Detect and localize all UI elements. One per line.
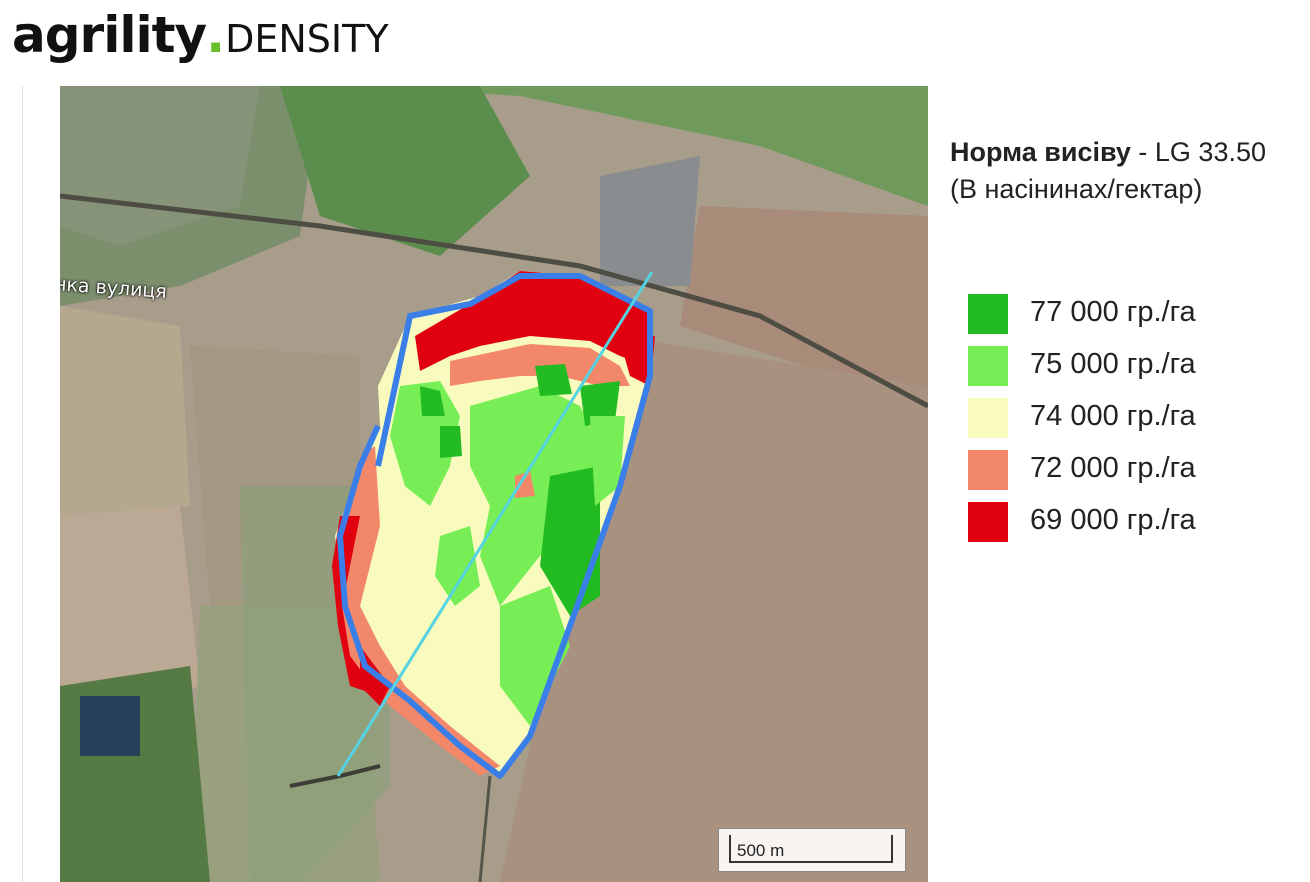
logo-subtitle: DENSITY (225, 17, 389, 61)
legend-swatch (968, 346, 1008, 386)
legend-swatch (968, 450, 1008, 490)
legend-label: 77 000 гр./га (1030, 296, 1196, 328)
logo-dot: . (206, 6, 226, 64)
satellite-map[interactable]: нка вулиця (60, 86, 928, 882)
legend-swatch (968, 398, 1008, 438)
legend-units: (В насінинах/гектар) (950, 174, 1203, 204)
legend-label: 72 000 гр./га (1030, 452, 1196, 484)
agrility-density-logo: agrility. DENSITY (12, 6, 389, 76)
legend-swatch (968, 502, 1008, 542)
left-divider (22, 86, 23, 882)
legend-title-bold: Норма висіву (950, 137, 1131, 167)
legend-label: 75 000 гр./га (1030, 348, 1196, 380)
legend-label: 69 000 гр./га (1030, 504, 1196, 536)
scale-label: 500 m (737, 841, 785, 860)
logo-wordmark: agrility (12, 6, 207, 64)
map-scale-bar: 500 m (718, 828, 906, 872)
legend-title-rest: - LG 33.50 (1130, 137, 1267, 167)
legend-swatch (968, 294, 1008, 334)
legend-title: Норма висіву - LG 33.50 (В насінинах/гек… (950, 134, 1300, 208)
map-canvas (60, 86, 928, 882)
legend-label: 74 000 гр./га (1030, 400, 1196, 432)
